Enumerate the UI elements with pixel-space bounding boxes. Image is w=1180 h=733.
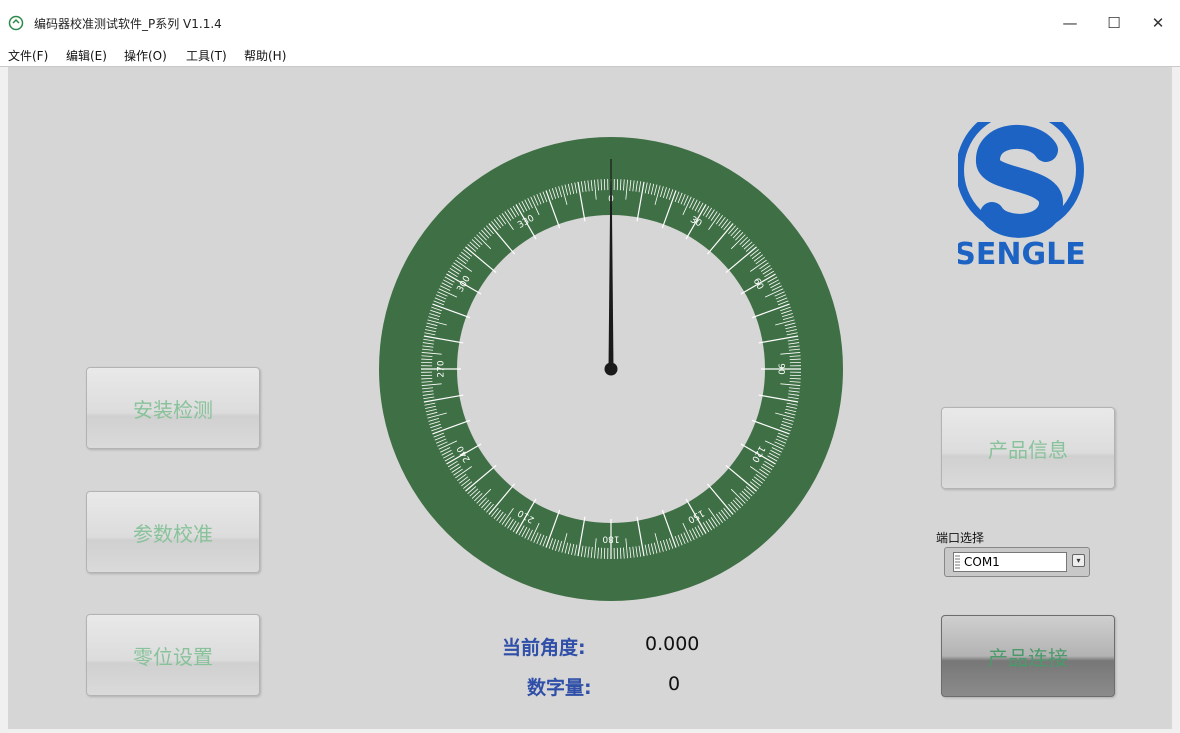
- menu-bar: 文件(F) 编辑(E) 操作(O) 工具(T) 帮助(H): [0, 44, 1180, 67]
- digital-value-label: 数字量:: [527, 677, 592, 699]
- current-angle-value: 0.000: [645, 633, 700, 655]
- menu-help[interactable]: 帮助(H): [244, 47, 286, 64]
- port-select[interactable]: COM1 ▾: [944, 547, 1090, 577]
- port-select-label: 端口选择: [936, 531, 985, 545]
- port-grip: [955, 555, 960, 570]
- menu-file[interactable]: 文件(F): [8, 47, 48, 64]
- gauge-tick-label: 270: [437, 360, 447, 377]
- app-icon: [8, 15, 24, 31]
- port-value[interactable]: COM1: [953, 552, 1067, 572]
- digital-value: 0: [668, 673, 681, 695]
- product-info-button[interactable]: 产品信息: [941, 407, 1115, 489]
- menu-operate[interactable]: 操作(O): [124, 47, 167, 64]
- current-angle-label: 当前角度:: [502, 637, 586, 659]
- title-bar: 编码器校准测试软件_P系列 V1.1.4 — ☐ ✕: [0, 0, 1180, 44]
- param-calibrate-button[interactable]: 参数校准: [86, 491, 260, 573]
- window-title: 编码器校准测试软件_P系列 V1.1.4: [34, 17, 222, 31]
- menu-edit[interactable]: 编辑(E): [66, 47, 107, 64]
- zero-set-button[interactable]: 零位设置: [86, 614, 260, 696]
- angle-gauge: 0306090120150180210240270300330: [379, 137, 843, 601]
- gauge-tick-label: 90: [776, 363, 786, 375]
- install-check-button[interactable]: 安装检测: [86, 367, 260, 449]
- close-button[interactable]: ✕: [1138, 8, 1178, 38]
- product-connect-button[interactable]: 产品连接: [941, 615, 1115, 697]
- needle-hub: [604, 362, 618, 376]
- main-panel: 安装检测 参数校准 零位设置 0306090120150180210240270…: [8, 67, 1172, 729]
- dropdown-arrow-icon[interactable]: ▾: [1072, 554, 1085, 567]
- menu-tools[interactable]: 工具(T): [186, 47, 227, 64]
- sengle-logo: SENGLE: [958, 122, 1086, 272]
- minimize-button[interactable]: —: [1050, 8, 1090, 38]
- gauge-tick-label: 180: [602, 534, 619, 544]
- maximize-button[interactable]: ☐: [1094, 8, 1134, 38]
- logo-text: SENGLE: [958, 237, 1086, 272]
